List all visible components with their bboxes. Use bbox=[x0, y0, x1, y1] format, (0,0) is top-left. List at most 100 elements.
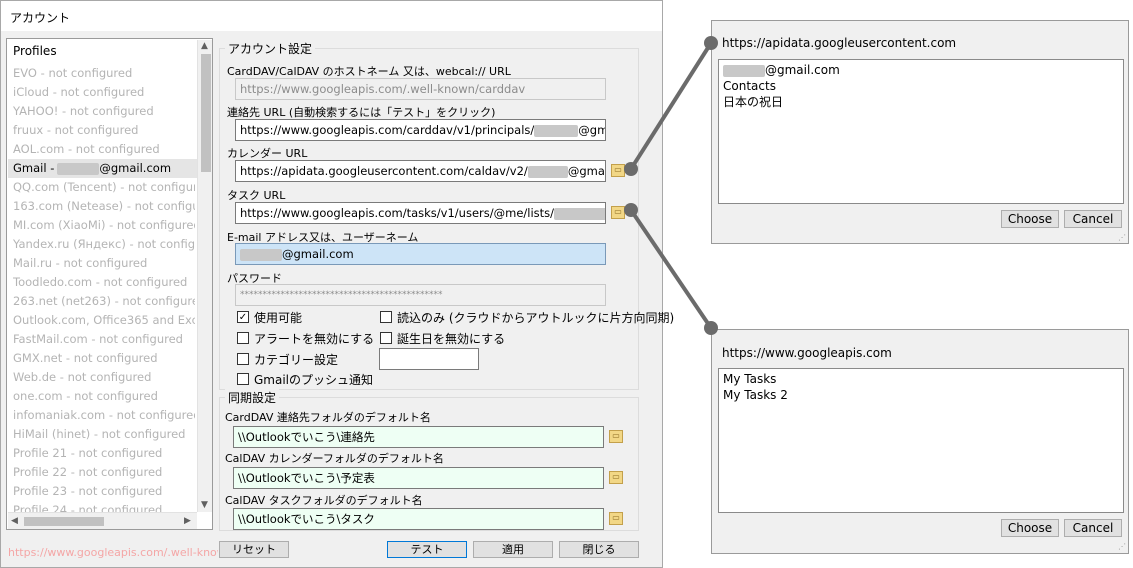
choose-button[interactable]: Choose bbox=[1001, 210, 1059, 228]
profile-item[interactable]: infomaniak.com - not configured bbox=[13, 406, 195, 425]
account-window: アカウント Profiles EVO - not configured iClou… bbox=[0, 0, 674, 568]
profile-item[interactable]: FastMail.com - not configured bbox=[13, 330, 195, 349]
folder-icon[interactable]: ▭ bbox=[609, 471, 623, 484]
close-button[interactable]: 閉じる bbox=[559, 541, 639, 558]
profile-item[interactable]: 163.com (Netease) - not configured bbox=[13, 197, 195, 216]
profile-item[interactable]: Profile 23 - not configured bbox=[13, 482, 195, 501]
readonly-checkbox[interactable] bbox=[380, 311, 392, 323]
profile-item-label: Mail.ru - not configured bbox=[13, 256, 148, 270]
profile-item-label: QQ.com (Tencent) - not configured bbox=[13, 180, 195, 194]
readonly-label: 読込のみ (クラウドからアウトルックに片方向同期) bbox=[397, 311, 675, 325]
profile-item-label: MI.com (XiaoMi) - not configured bbox=[13, 218, 195, 232]
footer-url: https://www.googleapis.com/.well-known/c bbox=[8, 546, 218, 559]
gmail-push-checkbox[interactable] bbox=[237, 373, 249, 385]
chevron-down-icon[interactable]: ▼ bbox=[201, 500, 208, 510]
profile-item-label: AOL.com - not configured bbox=[13, 142, 160, 156]
profile-item[interactable]: Mail.ru - not configured bbox=[13, 254, 195, 273]
tasks-list-item[interactable]: My Tasks 2 bbox=[723, 387, 788, 403]
profile-item[interactable]: GMX.net - not configured bbox=[13, 349, 195, 368]
profile-item[interactable]: YAHOO! - not configured bbox=[13, 102, 195, 121]
folder-icon[interactable]: ▭ bbox=[611, 206, 625, 219]
horizontal-scrollbar[interactable]: ◀ ▶ bbox=[8, 512, 197, 529]
contacts-folder-field[interactable]: \\Outlookでいこう\連絡先 bbox=[233, 426, 604, 448]
redacted-username bbox=[534, 124, 579, 137]
calendar-folder-field[interactable]: \\Outlookでいこう\予定表 bbox=[233, 467, 604, 489]
sync-settings-label: 同期設定 bbox=[225, 389, 280, 406]
profile-item-label: 263.net (net263) - not configured bbox=[13, 294, 195, 308]
calendar-list[interactable]: @gmail.com Contacts 日本の祝日 bbox=[718, 59, 1124, 204]
profile-item-label: YAHOO! - not configured bbox=[13, 104, 154, 118]
profile-item[interactable]: Profile 22 - not configured bbox=[13, 463, 195, 482]
folder-icon[interactable]: ▭ bbox=[611, 164, 625, 177]
title-bar[interactable]: アカウント bbox=[1, 1, 662, 31]
apply-button[interactable]: 適用 bbox=[473, 541, 553, 558]
profile-item[interactable]: QQ.com (Tencent) - not configured bbox=[13, 178, 195, 197]
profile-item[interactable]: 263.net (net263) - not configured bbox=[13, 292, 195, 311]
contacts-url-prefix: https://www.googleapis.com/carddav/v1/pr… bbox=[240, 123, 535, 137]
contacts-url-field[interactable]: https://www.googleapis.com/carddav/v1/pr… bbox=[235, 119, 606, 141]
profile-item-label: Gmail - bbox=[13, 161, 55, 175]
cancel-button[interactable]: Cancel bbox=[1064, 210, 1122, 228]
profile-item[interactable]: Toodledo.com - not configured bbox=[13, 273, 195, 292]
choose-button[interactable]: Choose bbox=[1001, 519, 1059, 537]
enabled-checkbox[interactable]: ✓ bbox=[237, 311, 249, 323]
test-button[interactable]: テスト bbox=[387, 541, 467, 558]
profile-item[interactable]: Outlook.com, Office365 and Exchange bbox=[13, 311, 195, 330]
contacts-url-suffix: @gmail. bbox=[578, 123, 606, 137]
category-checkbox[interactable] bbox=[237, 353, 249, 365]
redacted-list-id bbox=[554, 207, 605, 220]
calendar-list-item[interactable]: @gmail.com bbox=[723, 62, 840, 78]
profile-item[interactable]: HiMail (hinet) - not configured bbox=[13, 425, 195, 444]
folder-icon[interactable]: ▭ bbox=[609, 512, 623, 525]
profiles-list[interactable]: Profiles EVO - not configured iCloud - no… bbox=[6, 38, 213, 530]
task-folder-field[interactable]: \\Outlookでいこう\タスク bbox=[233, 508, 604, 530]
disable-birthdays-checkbox[interactable] bbox=[380, 332, 392, 344]
profile-item-label: Toodledo.com - not configured bbox=[13, 275, 188, 289]
profile-item[interactable]: Profile 21 - not configured bbox=[13, 444, 195, 463]
tasks-dialog-url: https://www.googleapis.com bbox=[722, 346, 892, 360]
profile-item[interactable]: AOL.com - not configured bbox=[13, 140, 195, 159]
horizontal-scroll-thumb[interactable] bbox=[24, 517, 104, 526]
task-url-label: タスク URL bbox=[227, 189, 286, 202]
calendar-item-label: @gmail.com bbox=[765, 63, 840, 77]
profile-item[interactable]: one.com - not configured bbox=[13, 387, 195, 406]
profile-item[interactable]: Yandex.ru (Яндекс) - not configured bbox=[13, 235, 195, 254]
disable-alerts-checkbox[interactable] bbox=[237, 332, 249, 344]
profile-item[interactable]: fruux - not configured bbox=[13, 121, 195, 140]
password-field[interactable]: ****************************************… bbox=[235, 284, 606, 306]
email-field[interactable]: @gmail.com bbox=[235, 243, 606, 265]
tasks-list-item[interactable]: My Tasks bbox=[723, 371, 776, 387]
redacted-username bbox=[240, 248, 282, 261]
chevron-up-icon[interactable]: ▲ bbox=[201, 41, 208, 51]
enabled-label: 使用可能 bbox=[254, 311, 303, 325]
resize-grip-icon[interactable]: ⋰ bbox=[1118, 233, 1126, 242]
resize-grip-icon[interactable]: ⋰ bbox=[1118, 542, 1126, 551]
profile-item-label: fruux - not configured bbox=[13, 123, 139, 137]
chevron-right-icon[interactable]: ▶ bbox=[184, 516, 191, 526]
folder-icon[interactable]: ▭ bbox=[609, 430, 623, 443]
profile-item[interactable]: Web.de - not configured bbox=[13, 368, 195, 387]
task-url-prefix: https://www.googleapis.com/tasks/v1/user… bbox=[240, 206, 555, 220]
calendar-url-field[interactable]: https://apidata.googleusercontent.com/ca… bbox=[235, 160, 606, 182]
cancel-button[interactable]: Cancel bbox=[1064, 519, 1122, 537]
profile-item[interactable]: EVO - not configured bbox=[13, 64, 195, 83]
profile-item-label: Profile 21 - not configured bbox=[13, 446, 163, 460]
reset-button[interactable]: リセット bbox=[219, 541, 289, 558]
category-input[interactable] bbox=[379, 348, 479, 370]
contacts-folder-label: CardDAV 連絡先フォルダのデフォルト名 bbox=[225, 411, 431, 424]
vertical-scrollbar[interactable]: ▲ ▼ bbox=[197, 40, 212, 512]
disable-birthdays-label: 誕生日を無効にする bbox=[397, 332, 506, 346]
profile-item-suffix: @gmail.com bbox=[99, 161, 172, 175]
profile-item[interactable]: iCloud - not configured bbox=[13, 83, 195, 102]
profile-item-label: GMX.net - not configured bbox=[13, 351, 158, 365]
calendar-list-item[interactable]: Contacts bbox=[723, 78, 776, 94]
chevron-left-icon[interactable]: ◀ bbox=[11, 516, 18, 526]
task-url-field[interactable]: https://www.googleapis.com/tasks/v1/user… bbox=[235, 202, 606, 224]
calendar-list-item[interactable]: 日本の祝日 bbox=[723, 94, 783, 110]
profile-item-label: Profile 23 - not configured bbox=[13, 484, 163, 498]
vertical-scroll-thumb[interactable] bbox=[201, 54, 211, 172]
profile-item[interactable]: MI.com (XiaoMi) - not configured bbox=[13, 216, 195, 235]
host-field[interactable]: https://www.googleapis.com/.well-known/c… bbox=[235, 78, 606, 100]
profile-item[interactable]: Gmail - @gmail.com bbox=[8, 159, 200, 178]
tasks-list[interactable]: My Tasks My Tasks 2 bbox=[718, 368, 1124, 513]
